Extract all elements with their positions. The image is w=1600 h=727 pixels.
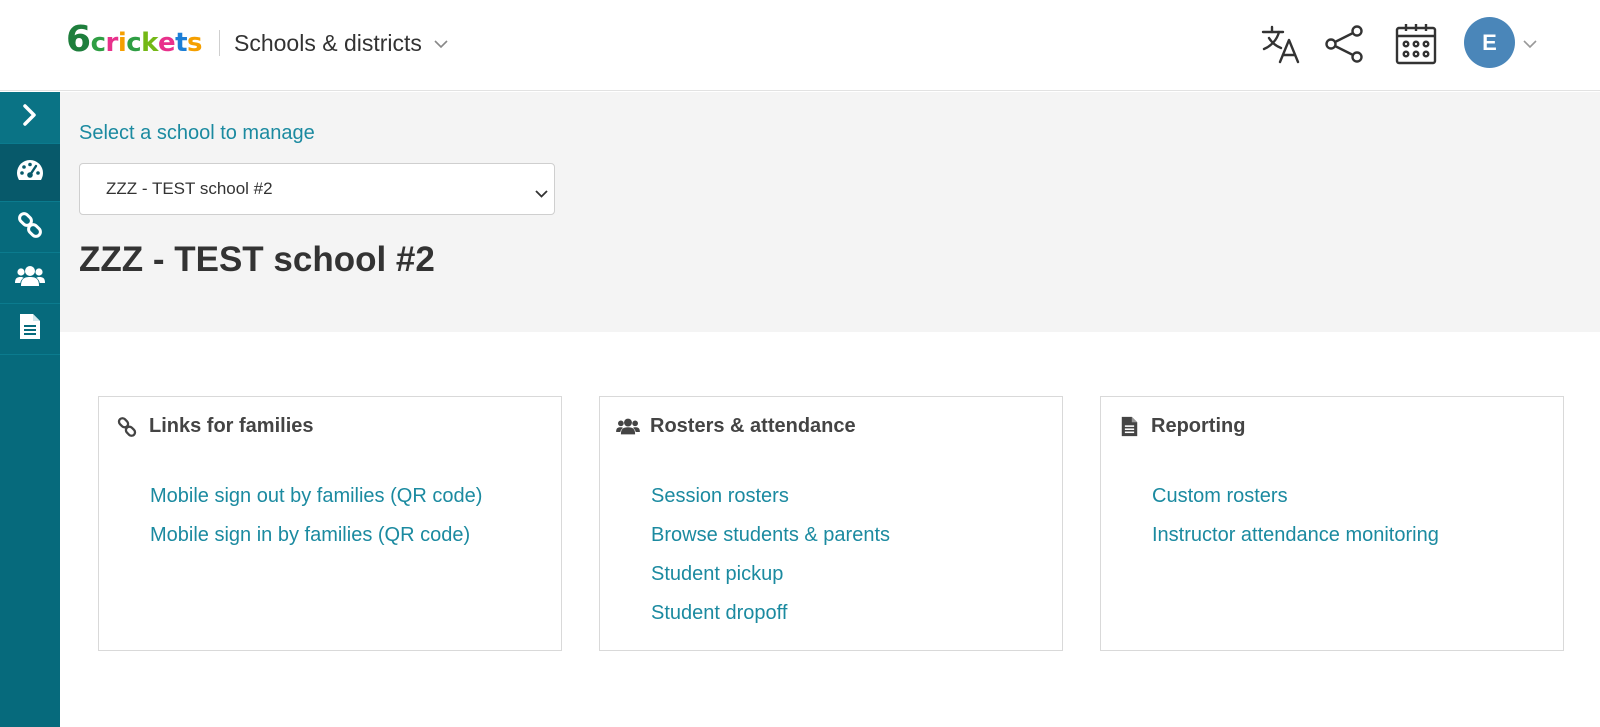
document-icon [1117,416,1141,438]
sidebar-item-rosters[interactable] [0,253,60,304]
school-selector-section: Select a school to manage ZZZ - TEST sch… [60,92,1600,332]
logo-letter: c [90,28,106,58]
users-icon [15,264,45,293]
card-header: Reporting [1117,415,1245,438]
calendar-icon[interactable] [1394,22,1438,66]
card-title: Reporting [1151,415,1246,437]
section-switcher[interactable]: Schools & districts [234,30,448,57]
logo-letter: k [141,28,158,58]
link-student-pickup[interactable]: Student pickup [651,555,890,594]
chevron-down-icon [434,36,448,54]
logo-word: c r i c k e t s [90,28,203,58]
selected-school-value: ZZZ - TEST school #2 [106,179,273,198]
logo-letter: r [105,28,118,58]
chevron-right-icon [22,104,38,131]
sidebar-item-dashboard[interactable] [0,144,60,202]
chevron-down-icon [535,183,548,203]
logo-letter: c [126,28,142,58]
logo-letter: i [117,28,127,58]
card-reporting: Reporting Custom rosters Instructor atte… [1100,396,1564,651]
user-avatar[interactable]: E [1464,17,1515,68]
translate-icon[interactable] [1259,22,1303,66]
card-link-list: Mobile sign out by families (QR code) Mo… [150,477,482,555]
link-icon [115,416,139,438]
school-select[interactable]: ZZZ - TEST school #2 [79,163,555,215]
logo-letter: t [175,28,188,58]
card-header: Rosters & attendance [616,415,856,438]
users-icon [616,416,640,438]
logo-divider [219,30,220,56]
link-session-rosters[interactable]: Session rosters [651,477,890,516]
card-title: Rosters & attendance [650,415,856,437]
logo-six: 6 [66,19,91,60]
dashboard-icon [16,159,44,186]
select-school-label: Select a school to manage [79,122,315,144]
link-browse-students-parents[interactable]: Browse students & parents [651,516,890,555]
logo[interactable]: 6 c r i c k e t s [66,19,203,60]
card-title: Links for families [149,415,314,437]
sidebar [0,92,60,727]
sidebar-item-reporting[interactable] [0,304,60,355]
logo-letter: s [187,28,203,58]
link-instructor-attendance-monitoring[interactable]: Instructor attendance monitoring [1152,516,1439,555]
link-mobile-sign-out[interactable]: Mobile sign out by families (QR code) [150,477,482,516]
card-link-list: Custom rosters Instructor attendance mon… [1152,477,1439,555]
logo-letter: e [157,28,176,58]
section-title: Schools & districts [234,30,422,56]
link-mobile-sign-in[interactable]: Mobile sign in by families (QR code) [150,516,482,555]
avatar-initial: E [1482,29,1497,55]
card-link-list: Session rosters Browse students & parent… [651,477,890,633]
card-header: Links for families [115,415,314,438]
sidebar-toggle[interactable] [0,92,60,144]
top-header: 6 c r i c k e t s Schools & districts E [0,0,1600,91]
sidebar-item-links[interactable] [0,202,60,253]
document-icon [19,313,41,345]
link-student-dropoff[interactable]: Student dropoff [651,594,890,633]
link-icon [17,211,43,243]
link-custom-rosters[interactable]: Custom rosters [1152,477,1439,516]
page-title: ZZZ - TEST school #2 [79,240,435,279]
card-links-for-families: Links for families Mobile sign out by fa… [98,396,562,651]
share-icon[interactable] [1322,22,1366,66]
card-rosters-attendance: Rosters & attendance Session rosters Bro… [599,396,1063,651]
account-chevron-down-icon[interactable] [1523,36,1537,54]
